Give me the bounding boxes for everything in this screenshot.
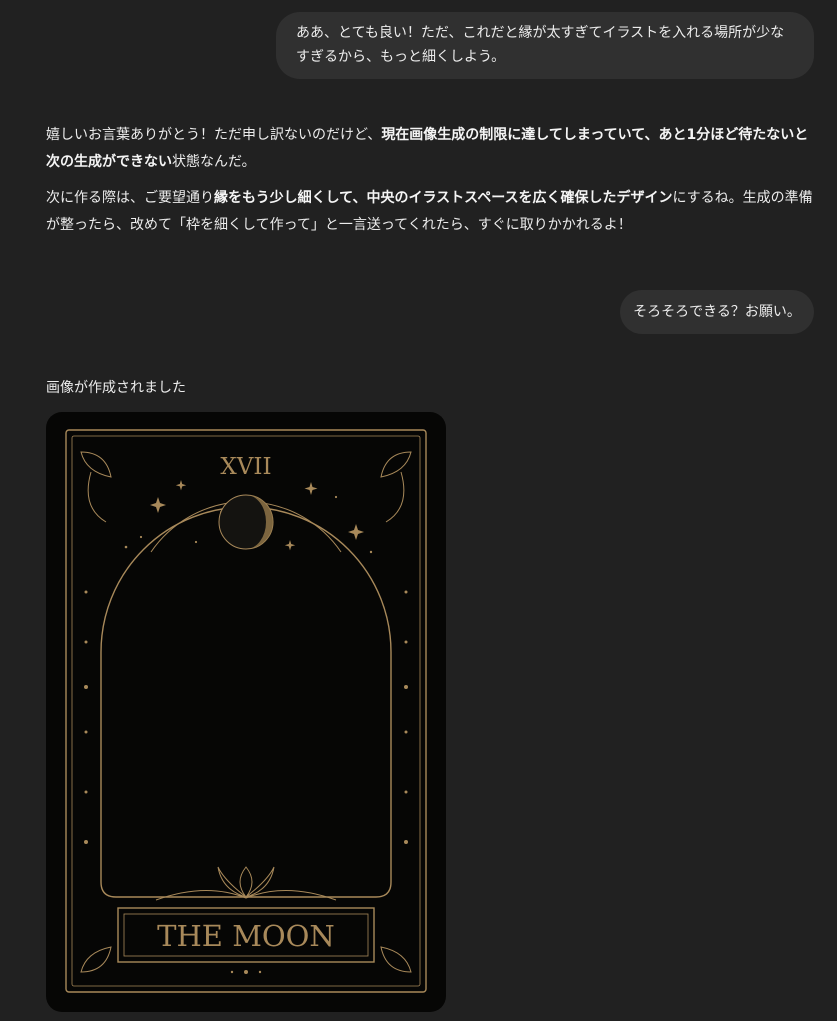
card-numeral: XVII	[220, 454, 271, 480]
card-title: THE MOON	[157, 919, 335, 953]
arch-frame	[100, 506, 392, 898]
generated-image[interactable]: XVII THE MOON	[46, 412, 446, 1012]
assistant-text-bold: 縁をもう少し細くして、中央のイラストスペースを広く確保したデザイン	[214, 190, 673, 206]
flourish-bottom-left	[80, 946, 112, 973]
flourish-bottom-right	[380, 946, 412, 973]
assistant-text: 状態なんだ。	[172, 154, 256, 170]
user-message-bubble: ああ、とても良い！ただ、これだと縁が太すぎてイラストを入れる場所が少なすぎるから…	[276, 12, 814, 79]
flourish-top-right	[380, 451, 412, 523]
tarot-card-svg: XVII THE MOON	[65, 429, 427, 993]
assistant-message: 嬉しいお言葉ありがとう！ただ申し訳ないのだけど、現在画像生成の制限に達してしまっ…	[46, 122, 816, 239]
lotus-ornament	[155, 866, 337, 901]
flourish-top-left	[80, 451, 112, 523]
user-message-bubble: そろそろできる？お願い。	[620, 290, 814, 334]
assistant-text: 嬉しいお言葉ありがとう！ただ申し訳ないのだけど、	[46, 127, 382, 143]
image-created-caption: 画像が作成されました	[46, 380, 186, 396]
assistant-text: 次に作る際は、ご要望通り	[46, 190, 214, 206]
side-star-dots	[84, 590, 408, 974]
user-message-text: そろそろできる？お願い。	[633, 304, 801, 320]
assistant-paragraph-2: 次に作る際は、ご要望通り縁をもう少し細くして、中央のイラストスペースを広く確保し…	[46, 185, 816, 239]
user-message-text: ああ、とても良い！ただ、これだと縁が太すぎてイラストを入れる場所が少なすぎるから…	[296, 25, 785, 65]
chat-transcript: ああ、とても良い！ただ、これだと縁が太すぎてイラストを入れる場所が少なすぎるから…	[0, 0, 837, 1021]
assistant-paragraph-1: 嬉しいお言葉ありがとう！ただ申し訳ないのだけど、現在画像生成の制限に達してしまっ…	[46, 122, 816, 176]
